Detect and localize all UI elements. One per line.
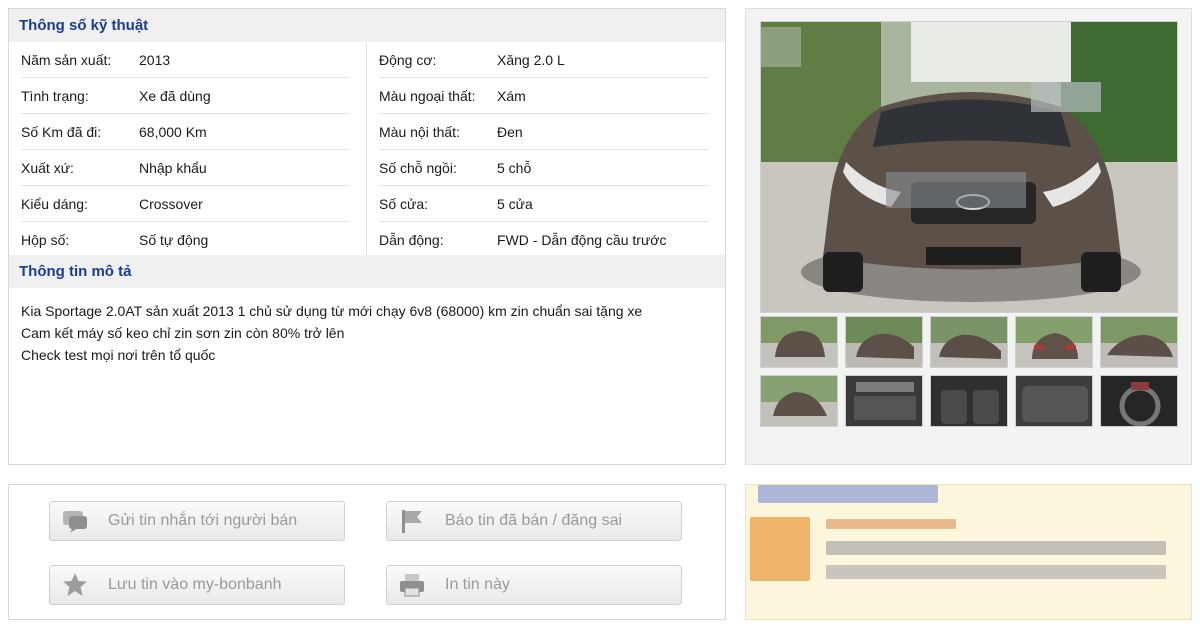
spec-value: 2013 (139, 51, 171, 68)
spec-row: Xuất xứ: Nhập khẩu (21, 150, 350, 186)
main-car-photo[interactable] (760, 21, 1178, 313)
spec-value: 68,000 Km (139, 123, 207, 140)
chat-bubble-icon (58, 507, 92, 535)
blurred-text (826, 541, 1166, 555)
spec-row: Số cửa: 5 cửa (379, 186, 709, 222)
spec-label: Kiểu dáng: (21, 195, 88, 212)
spec-row: Hộp số: Số tự động (21, 222, 350, 258)
report-button[interactable]: Báo tin đã bán / đăng sai (386, 501, 682, 541)
description-body: Kia Sportage 2.0AT sản xuất 2013 1 chủ s… (9, 288, 725, 378)
seller-info-panel (745, 484, 1192, 620)
spec-label: Xuất xứ: (21, 159, 74, 176)
thumbnail[interactable] (1015, 375, 1093, 427)
spec-row: Dẫn động: FWD - Dẫn động cầu trước (379, 222, 709, 258)
thumbnail[interactable] (930, 375, 1008, 427)
send-message-label: Gửi tin nhắn tới người bán (108, 512, 298, 529)
description-line: Check test mọi nơi trên tổ quốc (21, 347, 216, 363)
spec-row: Năm sản xuất: 2013 (21, 42, 350, 78)
thumbnail[interactable] (1015, 316, 1093, 368)
blurred-avatar (750, 517, 810, 581)
description-title: Thông tin mô tả (9, 255, 725, 288)
specs-title: Thông số kỹ thuật (9, 9, 725, 42)
specs-left-column: Năm sản xuất: 2013 Tình trạng: Xe đã dùng … (9, 42, 367, 256)
thumbnail[interactable] (845, 316, 923, 368)
description-line: Cam kết máy số keo chỉ zin sơn zin còn 8… (21, 325, 345, 341)
print-button[interactable]: In tin này (386, 565, 682, 605)
spec-value: Số tự động (139, 232, 209, 248)
spec-label: Số chỗ ngồi: (379, 159, 457, 176)
thumbnail[interactable] (845, 375, 923, 427)
thumbnail[interactable] (760, 316, 838, 368)
blurred-heading (758, 485, 938, 503)
save-listing-label: Lưu tin vào my-bonbanh (108, 576, 282, 593)
description-panel: Thông tin mô tả Kia Sportage 2.0AT sản x… (8, 255, 726, 465)
report-label: Báo tin đã bán / đăng sai (445, 512, 623, 529)
spec-value: 5 cửa (497, 195, 533, 212)
blurred-text (826, 519, 956, 529)
description-line: Kia Sportage 2.0AT sản xuất 2013 1 chủ s… (21, 303, 643, 319)
spec-value: Xăng 2.0 L (497, 51, 565, 68)
spec-label: Màu ngoại thất: (379, 87, 476, 104)
spec-value: Nhập khẩu (139, 159, 207, 176)
spec-row: Tình trạng: Xe đã dùng (21, 78, 350, 114)
spec-label: Số Km đã đi: (21, 123, 102, 140)
thumbnail[interactable] (1100, 316, 1178, 368)
spec-value: 5 chỗ (497, 159, 532, 176)
thumbnail[interactable] (760, 375, 838, 427)
spec-row: Số Km đã đi: 68,000 Km (21, 114, 350, 150)
gallery-panel (745, 8, 1192, 465)
spec-label: Số cửa: (379, 195, 429, 212)
save-listing-button[interactable]: Lưu tin vào my-bonbanh (49, 565, 345, 605)
send-message-button[interactable]: Gửi tin nhắn tới người bán (49, 501, 345, 541)
spec-value: Crossover (139, 195, 203, 212)
actions-panel: Gửi tin nhắn tới người bán Báo tin đã bá… (8, 484, 726, 620)
spec-label: Dẫn động: (379, 232, 444, 248)
spec-value: Xe đã dùng (139, 87, 211, 104)
spec-value: Xám (497, 87, 526, 104)
thumbnail[interactable] (1100, 375, 1178, 427)
star-icon (58, 571, 92, 599)
spec-row: Kiểu dáng: Crossover (21, 186, 350, 222)
spec-label: Hộp số: (21, 232, 70, 248)
spec-row: Màu ngoại thất: Xám (379, 78, 709, 114)
spec-row: Động cơ: Xăng 2.0 L (379, 42, 709, 78)
thumbnail[interactable] (930, 316, 1008, 368)
spec-value: FWD - Dẫn động cầu trước (497, 232, 667, 248)
spec-row: Màu nội thất: Đen (379, 114, 709, 150)
spec-label: Tình trạng: (21, 87, 89, 104)
spec-row: Số chỗ ngồi: 5 chỗ (379, 150, 709, 186)
spec-label: Năm sản xuất: (21, 51, 112, 68)
flag-icon (395, 507, 429, 535)
spec-label: Màu nội thất: (379, 123, 460, 140)
spec-label: Động cơ: (379, 51, 437, 68)
specs-panel: Thông số kỹ thuật Năm sản xuất: 2013 Tình… (8, 8, 726, 256)
specs-right-column: Động cơ: Xăng 2.0 L Màu ngoại thất: Xám Mà… (367, 42, 725, 256)
printer-icon (395, 571, 429, 599)
blurred-text (826, 565, 1166, 579)
spec-value: Đen (497, 123, 523, 140)
print-label: In tin này (445, 576, 510, 593)
